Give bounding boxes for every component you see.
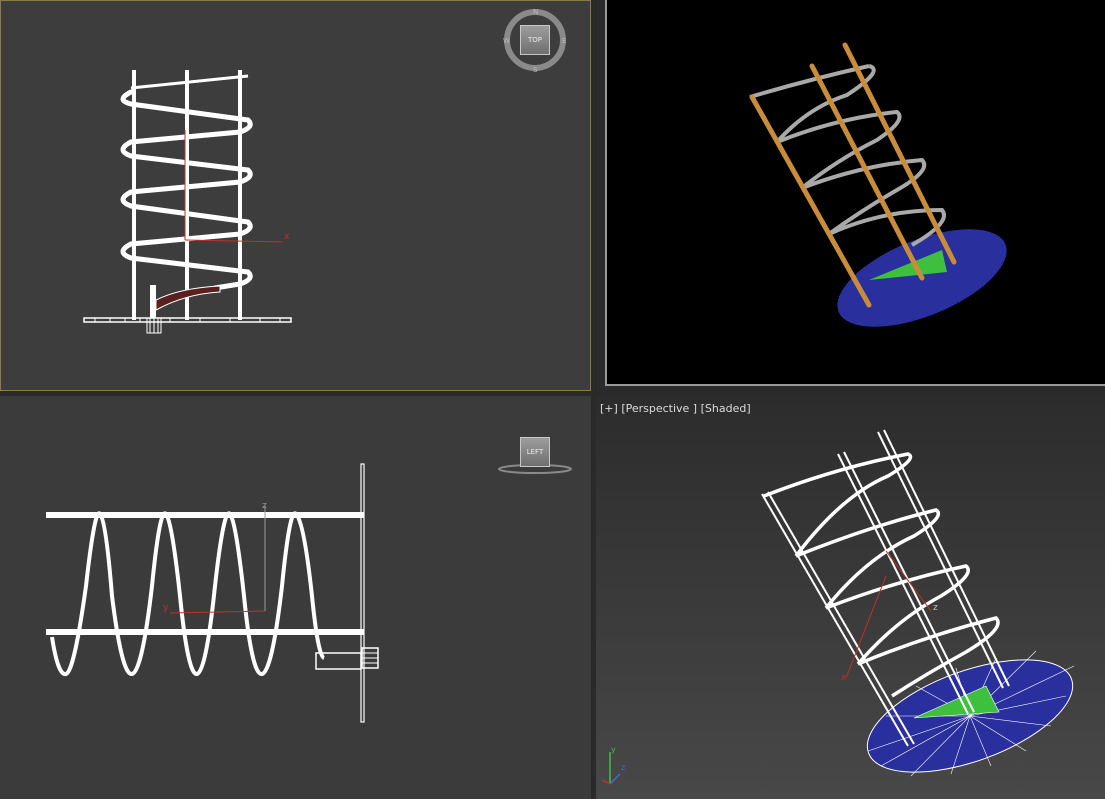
axis-y-line [169,610,266,614]
viewport-perspective[interactable]: [+] [Perspective ] [Shaded] z x y z [596,396,1105,799]
hub-ticks [149,318,159,333]
viewport-left[interactable]: y z LEFT [0,396,591,799]
cone-post [150,285,156,318]
axis-line-1 [885,550,932,612]
viewcube-face-left[interactable]: LEFT [520,437,550,467]
svg-text:y: y [611,745,616,754]
axis-x-label: x [841,673,847,683]
rod-1 [132,70,136,320]
svg-text:W: W [503,37,510,45]
svg-text:N: N [533,8,538,16]
svg-text:S: S [533,66,538,72]
compass-ring-icon: N W E S [503,8,566,72]
base-plate-side [360,463,365,723]
world-axis-gizmo-icon: y z [601,745,625,785]
svg-text:E: E [562,37,566,45]
spring-wire [763,452,1000,698]
axis-y-label: y [163,603,169,613]
viewcube-top[interactable]: N W E S TOP [503,8,567,72]
viewport-camera-render[interactable] [605,0,1105,386]
viewport-top[interactable]: x N W E S TOP [0,0,591,391]
helix-side [50,511,326,676]
axis-z-label: z [262,501,267,511]
axis-x-line [184,239,284,243]
left-view-wireframe: y z [46,463,572,723]
perspective-scene: z x y z [601,429,1075,785]
camera-render-scene [749,42,1007,327]
svg-text:z: z [621,763,625,772]
rod-upper [46,512,364,518]
spring-render [749,64,946,247]
axis-x-label: x [284,232,290,242]
viewcube-left[interactable]: LEFT [519,436,551,468]
rod-2 [185,70,189,320]
axis-z-label: z [933,603,938,613]
helix-top [130,74,249,90]
